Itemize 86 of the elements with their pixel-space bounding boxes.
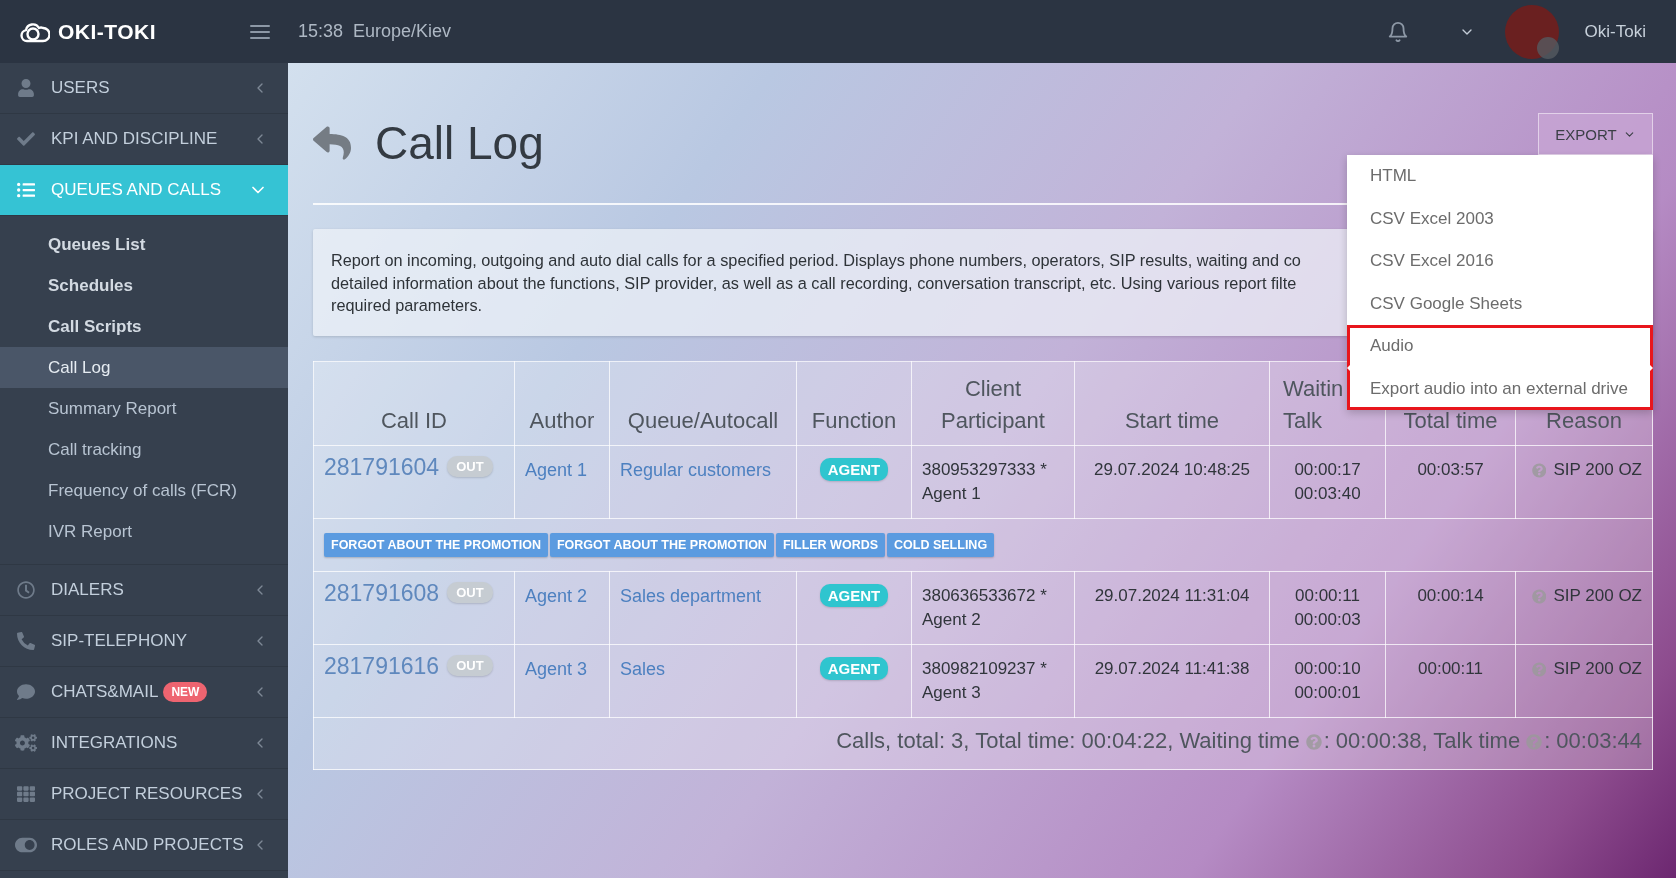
gears-icon [15, 733, 37, 753]
total-time: 00:03:57 [1416, 459, 1485, 481]
help-icon[interactable] [1305, 734, 1322, 750]
description-text: Report on incoming, outgoing and auto dial calls for a specified period. Displays phone numbers, operators, SIP results, waiting and co detailed information about the functions, SIP provider, as well as a call recording, conversation transcript, etc. Using various report filte required parameters. [331, 250, 1301, 316]
column-header: Function [796, 361, 912, 446]
total-time: 00:00:11 [1417, 658, 1484, 680]
page-title: Call Log [375, 116, 544, 170]
column-header: Call ID [313, 361, 515, 446]
client-number: 380636533672 * [922, 585, 1048, 607]
grid-icon [15, 785, 37, 803]
tag-label: FILLER WORDS [775, 533, 886, 557]
sidebar-section[interactable]: INTEGRATIONS [0, 718, 288, 769]
summary-text: : 00:00:38, Talk time [1323, 728, 1521, 753]
sidebar-section[interactable]: PROJECT RESOURCES [0, 769, 288, 820]
toggle-icon [15, 835, 37, 855]
back-arrow-icon[interactable] [313, 124, 351, 162]
section-label: CHATS&MAIL [51, 682, 159, 702]
direction-badge: OUT [447, 456, 493, 477]
start-time: 29.07.2024 11:41:38 [1093, 658, 1251, 680]
logo-text[interactable]: OKI-TOKI [58, 19, 157, 44]
client-number: 380982109237 * [922, 658, 1048, 680]
menu-item[interactable]: HTML [1347, 155, 1653, 198]
section-label: QUEUES AND CALLS [51, 180, 222, 200]
participant-name: Agent 3 [922, 682, 982, 704]
section-label: DIALERS [51, 580, 124, 600]
sidebar-section[interactable]: CHATS&MAIL NEW [0, 667, 288, 718]
tag-label: FORGOT ABOUT THE PROMOTION [324, 533, 548, 557]
participant-name: Agent 2 [922, 609, 982, 631]
menu-item[interactable]: Export audio into an external drive [1347, 367, 1653, 410]
help-icon[interactable] [1532, 462, 1547, 478]
tag-label: FORGOT ABOUT THE PROMOTION [549, 533, 774, 557]
cloud-logo-icon [20, 20, 50, 43]
direction-badge: OUT [447, 655, 493, 676]
summary-text: : 00:03:44 [1544, 728, 1642, 753]
list-icon [15, 181, 37, 199]
menu-item[interactable]: CSV Excel 2016 [1347, 240, 1653, 283]
reason-text: SIP 200 OZ [1526, 458, 1642, 482]
chat-bubble-icon [15, 683, 37, 701]
export-button[interactable]: EXPORT [1538, 113, 1653, 155]
new-badge: NEW [163, 682, 208, 702]
sidebar-item[interactable]: Call Log [0, 347, 288, 388]
section-label: SIP-TELEPHONY [51, 631, 188, 651]
waiting-time: 00:00:11 [1294, 585, 1361, 607]
participant-name: Agent 1 [922, 483, 982, 505]
function-badge: AGENT [819, 584, 889, 607]
function-badge: AGENT [819, 458, 889, 481]
tag-label: COLD SELLING [887, 533, 995, 557]
direction-badge: OUT [447, 582, 493, 603]
help-icon[interactable] [1532, 588, 1547, 604]
section-label: INTEGRATIONS [51, 733, 178, 753]
clock-time: 15:38 [298, 21, 344, 42]
total-time: 00:00:14 [1416, 585, 1485, 607]
timezone-text: Europe/Kiev [353, 21, 452, 42]
column-header: Author [514, 361, 610, 446]
section-label: PROJECT RESOURCES [51, 784, 243, 804]
talk-time: 00:00:01 [1293, 682, 1362, 704]
talk-time: 00:00:03 [1293, 609, 1362, 631]
help-icon[interactable] [1532, 661, 1547, 677]
notifications-icon[interactable] [1386, 20, 1409, 43]
sidebar-section[interactable]: ROLES AND PROJECTS [0, 820, 288, 871]
talk-time: 00:03:40 [1293, 483, 1362, 505]
section-label: ROLES AND PROJECTS [51, 835, 244, 855]
summary-text: Calls, total: 3, Total time: 00:04:22, Waiting time [836, 728, 1300, 753]
menu-item[interactable]: CSV Excel 2003 [1347, 197, 1653, 240]
waiting-time: 00:00:17 [1293, 459, 1362, 481]
waiting-time: 00:00:10 [1293, 658, 1362, 680]
section-label: KPI AND DISCIPLINE [51, 129, 218, 149]
reason-text: SIP 200 OZ [1526, 657, 1642, 681]
start-time: 29.07.2024 10:48:25 [1093, 459, 1251, 481]
column-header: Queue/Autocall [609, 361, 797, 446]
menu-item[interactable]: CSV Google Sheets [1347, 282, 1653, 325]
client-number: 380953297333 * [922, 459, 1048, 481]
user-name[interactable]: Oki-Toki [1584, 21, 1646, 42]
column-header: Client Participant [911, 361, 1075, 446]
menu-item[interactable]: Audio [1347, 325, 1653, 368]
column-header: Start time [1074, 361, 1270, 446]
help-icon[interactable] [1526, 734, 1543, 750]
user-icon [15, 79, 37, 97]
clock-icon [15, 581, 37, 599]
function-badge: AGENT [819, 657, 889, 680]
reason-text: SIP 200 OZ [1526, 584, 1642, 608]
phone-icon [15, 632, 37, 650]
check-icon [15, 130, 37, 148]
section-label: USERS [51, 78, 110, 98]
start-time: 29.07.2024 11:31:04 [1093, 585, 1251, 607]
sidebar-section[interactable]: USERS [0, 63, 288, 114]
